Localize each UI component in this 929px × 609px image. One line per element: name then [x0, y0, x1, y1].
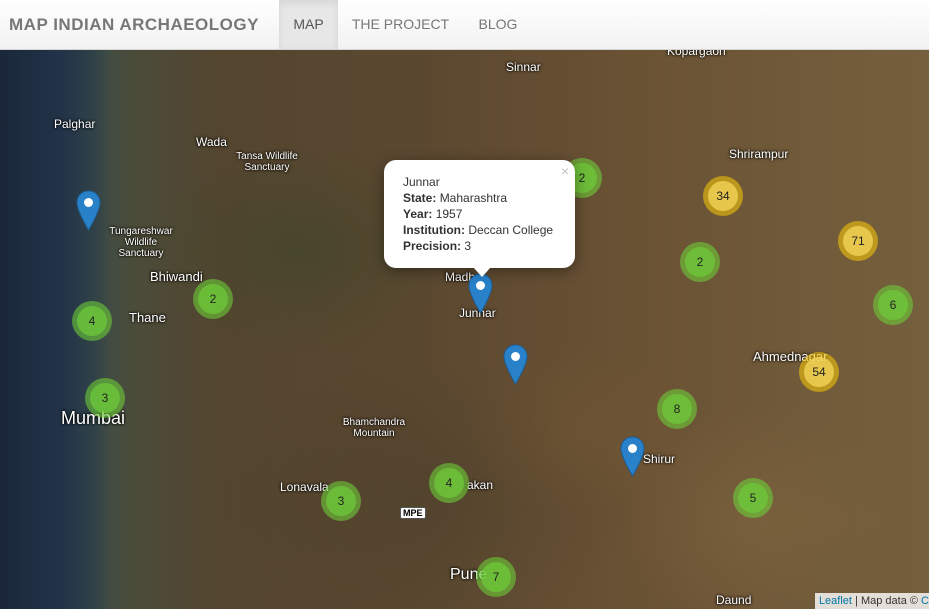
label-kopargaon: Kopargaon — [667, 50, 726, 58]
marker-cluster[interactable]: 71 — [838, 221, 878, 261]
label-chakan: akan — [467, 478, 494, 492]
marker-cluster[interactable]: 2 — [680, 242, 720, 282]
cluster-count: 4 — [77, 306, 107, 336]
cluster-count: 7 — [481, 562, 511, 592]
popup-state-value: Maharashtra — [439, 191, 508, 205]
cluster-count: 4 — [434, 468, 464, 498]
cluster-count: 2 — [198, 284, 228, 314]
popup-precision-value: 3 — [464, 239, 472, 253]
map-attribution: Leaflet | Map data © C — [814, 593, 929, 609]
cluster-count: 6 — [878, 290, 908, 320]
attribution-link[interactable]: C — [921, 595, 929, 607]
label-palghar: Palghar — [54, 117, 96, 131]
nav-the-project[interactable]: THE PROJECT — [338, 0, 463, 49]
cluster-count: 54 — [804, 357, 834, 387]
label-tungareshwar: Tungareshwar Wildlife Sanctuary — [109, 226, 173, 259]
marker-cluster[interactable]: 4 — [72, 301, 112, 341]
popup-title: Junnar — [403, 175, 440, 189]
popup-content: Junnar State: Maharashtra Year: 1957 Ins… — [403, 174, 553, 254]
popup-precision-row: Precision: 3 — [403, 238, 553, 254]
map-pin-icon[interactable] — [468, 273, 493, 314]
map-pin-icon[interactable] — [620, 436, 645, 477]
nav-map[interactable]: MAP — [279, 0, 338, 49]
site-popup: × Junnar State: Maharashtra Year: 1957 I… — [384, 160, 575, 277]
popup-precision-label: Precision: — [403, 239, 462, 253]
popup-institution-row: Institution: Deccan College — [403, 222, 553, 238]
cluster-count: 3 — [90, 383, 120, 413]
label-shirur: Shirur — [643, 452, 676, 466]
leaflet-link[interactable]: Leaflet — [819, 595, 852, 607]
marker-cluster[interactable]: 34 — [703, 176, 743, 216]
label-sinnar: Sinnar — [506, 60, 541, 74]
label-lonavala: Lonavala — [280, 480, 329, 494]
label-daund: Daund — [716, 593, 752, 607]
marker-cluster[interactable]: 3 — [85, 378, 125, 418]
popup-institution-label: Institution: — [403, 223, 465, 237]
brand-logo[interactable]: MAP INDIAN ARCHAEOLOGY — [9, 15, 259, 35]
popup-year-value: 1957 — [435, 207, 463, 221]
cluster-count: 3 — [326, 486, 356, 516]
popup-year-label: Year: — [403, 207, 433, 221]
cluster-count: 5 — [738, 483, 768, 513]
label-tansa: Tansa Wildlife Sanctuary — [236, 151, 298, 173]
popup-institution-value: Deccan College — [468, 223, 554, 237]
popup-state-label: State: — [403, 191, 437, 205]
attribution-text: | Map data © — [855, 595, 918, 607]
marker-cluster[interactable]: 4 — [429, 463, 469, 503]
nav-blog[interactable]: BLOG — [463, 0, 533, 49]
marker-cluster[interactable]: 7 — [476, 557, 516, 597]
map-pin-icon[interactable] — [76, 190, 101, 231]
marker-cluster[interactable]: 3 — [321, 481, 361, 521]
cluster-count: 71 — [843, 226, 873, 256]
marker-cluster[interactable]: 8 — [657, 389, 697, 429]
close-icon[interactable]: × — [561, 163, 569, 179]
navbar: MAP INDIAN ARCHAEOLOGY MAP THE PROJECT B… — [0, 0, 929, 50]
cluster-count: 34 — [708, 181, 738, 211]
popup-state-row: State: Maharashtra — [403, 190, 553, 206]
marker-cluster[interactable]: 2 — [193, 279, 233, 319]
label-shrirampur: Shrirampur — [729, 147, 789, 161]
popup-tip — [473, 267, 491, 277]
marker-cluster[interactable]: 54 — [799, 352, 839, 392]
marker-cluster[interactable]: 5 — [733, 478, 773, 518]
popup-year-row: Year: 1957 — [403, 206, 553, 222]
map-pin-icon[interactable] — [503, 344, 528, 385]
road-shield: MPE — [400, 507, 426, 519]
map-canvas[interactable]: Kopargaon Sinnar Palghar Wada Tansa Wild… — [0, 50, 929, 609]
label-bhamchandra: Bhamchandra Mountain — [342, 417, 406, 439]
marker-cluster[interactable]: 6 — [873, 285, 913, 325]
label-wada: Wada — [196, 135, 227, 149]
cluster-count: 8 — [662, 394, 692, 424]
label-bhiwandi: Bhiwandi — [150, 269, 203, 284]
cluster-count: 2 — [685, 247, 715, 277]
label-thane: Thane — [129, 310, 166, 325]
